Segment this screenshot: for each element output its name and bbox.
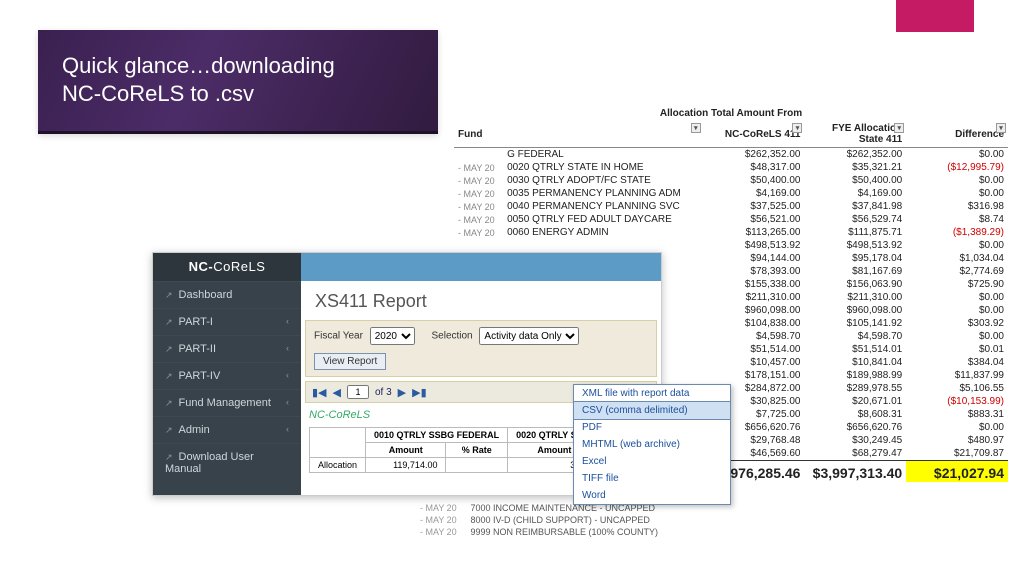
- sidebar: NC-CoReLS DashboardPART-I‹PART-II‹PART-I…: [153, 253, 301, 495]
- export-option-csv[interactable]: CSV (comma delimited): [573, 401, 731, 420]
- view-report-button[interactable]: View Report: [314, 353, 386, 370]
- fy-select[interactable]: 2020: [370, 327, 415, 345]
- total-diff: $21,027.94: [906, 461, 1008, 483]
- sidebar-item-part-ii[interactable]: PART-II‹: [153, 335, 301, 362]
- sidebar-item-fund-management[interactable]: Fund Management‹: [153, 389, 301, 416]
- chevron-left-icon: ‹: [286, 397, 289, 407]
- prev-page-icon[interactable]: ◀: [333, 386, 341, 399]
- uncapped-rows: - MAY 20 7000 INCOME MAINTENANCE - UNCAP…: [420, 502, 658, 538]
- sidebar-brand: NC-CoReLS: [153, 253, 301, 281]
- mini-col-0010: 0010 QTRLY SSBG FEDERAL: [366, 428, 508, 443]
- filter-drop-icon[interactable]: ▾: [691, 123, 701, 133]
- total-fye: $3,997,313.40: [804, 461, 906, 483]
- table-row: - MAY 200035 PERMANENCY PLANNING ADM$4,1…: [454, 187, 1008, 200]
- title-line1: Quick glance…downloading: [62, 53, 335, 78]
- chevron-left-icon: ‹: [286, 316, 289, 326]
- accent-bar: [896, 0, 974, 32]
- sidebar-item-admin[interactable]: Admin‹: [153, 416, 301, 443]
- title-line2: NC-CoReLS to .csv: [62, 81, 254, 106]
- uncapped-row: - MAY 20 8000 IV-D (CHILD SUPPORT) - UNC…: [420, 514, 658, 526]
- selection-label: Selection: [431, 331, 472, 342]
- page-of: of 3: [375, 387, 392, 398]
- table-row: G FEDERAL$262,352.00$262,352.00$0.00: [454, 148, 1008, 162]
- filter-drop-icon[interactable]: ▾: [894, 123, 904, 133]
- export-menu: XML file with report dataCSV (comma deli…: [573, 384, 731, 505]
- table-row: - MAY 200060 ENERGY ADMIN$113,265.00$111…: [454, 226, 1008, 239]
- allocation-super-header: Allocation Total Amount From: [454, 108, 1008, 121]
- table-row: - MAY 200040 PERMANENCY PLANNING SVC$37,…: [454, 200, 1008, 213]
- slide-title: Quick glance…downloading NC-CoReLS to .c…: [38, 30, 438, 134]
- export-option-mhtml[interactable]: MHTML (web archive): [574, 436, 730, 453]
- sidebar-item-download-user-manual[interactable]: Download User Manual: [153, 443, 301, 482]
- export-option-pdf[interactable]: PDF: [574, 419, 730, 436]
- first-page-icon[interactable]: ▮◀: [312, 386, 327, 399]
- filter-bar: Fiscal Year 2020 Selection Activity data…: [305, 320, 657, 377]
- selection-select[interactable]: Activity data Only: [479, 327, 579, 345]
- chevron-left-icon: ‹: [286, 343, 289, 353]
- chevron-left-icon: ‹: [286, 370, 289, 380]
- chevron-left-icon: ‹: [286, 424, 289, 434]
- sidebar-item-dashboard[interactable]: Dashboard: [153, 281, 301, 308]
- export-option-excel[interactable]: Excel: [574, 453, 730, 470]
- topbar: [301, 253, 661, 281]
- sidebar-item-part-iv[interactable]: PART-IV‹: [153, 362, 301, 389]
- col-nc[interactable]: NC-CoReLS 411▾: [703, 121, 805, 148]
- export-option-xml[interactable]: XML file with report data: [574, 385, 730, 402]
- next-page-icon[interactable]: ▶: [398, 386, 406, 399]
- filter-drop-icon[interactable]: ▾: [792, 123, 802, 133]
- mini-table: 0010 QTRLY SSBG FEDERAL 0020 QTRLY STAT …: [309, 427, 602, 473]
- table-row: - MAY 200020 QTRLY STATE IN HOME$48,317.…: [454, 161, 1008, 174]
- filter-drop-icon[interactable]: ▾: [996, 123, 1006, 133]
- col-fye[interactable]: FYE Allocation State 411▾: [804, 121, 906, 148]
- table-row: $498,513.92$498,513.92$0.00: [454, 239, 1008, 252]
- fy-label: Fiscal Year: [314, 331, 363, 342]
- last-page-icon[interactable]: ▶▮: [412, 386, 427, 399]
- page-input[interactable]: [347, 385, 369, 399]
- report-title: XS411 Report: [301, 281, 661, 320]
- mini-row-label: Allocation: [310, 458, 366, 473]
- export-option-word[interactable]: Word: [574, 487, 730, 504]
- uncapped-row: - MAY 20 9999 NON REIMBURSABLE (100% COU…: [420, 526, 658, 538]
- table-row: - MAY 200030 QTRLY ADOPT/FC STATE$50,400…: [454, 174, 1008, 187]
- sidebar-item-part-i[interactable]: PART-I‹: [153, 308, 301, 335]
- table-row: - MAY 200050 QTRLY FED ADULT DAYCARE$56,…: [454, 213, 1008, 226]
- col-diff[interactable]: Difference▾: [906, 121, 1008, 148]
- col-fund[interactable]: Fund▾: [454, 121, 703, 148]
- export-option-tiff[interactable]: TIFF file: [574, 470, 730, 487]
